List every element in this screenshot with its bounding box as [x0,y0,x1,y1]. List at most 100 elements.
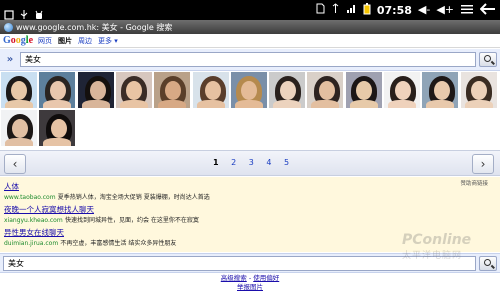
ad-url[interactable]: www.taobao.com [4,194,56,201]
image-results-grid [0,72,500,148]
image-thumbnail[interactable] [460,72,497,108]
tab-web[interactable]: 网页 [38,36,52,46]
page-5[interactable]: 5 [284,158,289,167]
preferences-link[interactable]: 使用偏好 [253,274,279,282]
advanced-search-link[interactable]: 高级搜索 [221,274,247,282]
square-icon [4,5,14,20]
caret-down-icon: ▾ [114,36,118,45]
prev-page-button[interactable]: ‹ [4,154,26,174]
image-thumbnail[interactable] [345,72,382,108]
image-thumbnail[interactable] [154,72,191,108]
search-button[interactable] [479,52,497,67]
thumbnail-face [12,119,28,138]
report-images-link[interactable]: 举报图片 [237,283,263,291]
thumbnail-shoulders [5,138,33,146]
sd-card-icon [316,3,325,17]
thumbnail-shoulders [119,100,148,108]
image-thumbnail[interactable] [269,72,306,108]
image-thumbnail[interactable] [230,72,267,108]
image-thumbnail[interactable] [307,72,344,108]
ad-title[interactable]: 异性男女在线聊天 [4,227,176,238]
page-2[interactable]: 2 [231,158,236,167]
ad-item: 人体 www.taobao.com 夏季热销人体，淘宝全场大促销 夏装爆棚，时尚… [4,181,210,201]
page-3[interactable]: 3 [249,158,254,167]
thumbnail-shoulders [234,100,263,108]
tab-nearby[interactable]: 周边 [78,36,92,46]
usb-icon [19,5,29,19]
thumbnail-face [355,81,372,100]
ad-description: 不再空虚，丰富感情生活 结实众多异性朋友 [60,240,177,247]
watermark-logo: PConline 太平洋电脑网 [402,232,492,276]
page-4[interactable]: 4 [266,158,271,167]
ad-url[interactable]: duimian.jirua.com [4,240,58,247]
ad-item: 夜晚一个人寂寞想找人聊天 xiangyu.kheao.com 快速找到同城异性，… [4,204,199,224]
image-thumbnail[interactable] [192,72,229,108]
tab-more[interactable]: 更多 ▾ [98,36,118,46]
google-nav-bar: Google 网页 图片 周边 更多 ▾ [0,34,500,48]
status-bar: 07:58 ◀- ◀+ [0,0,500,20]
volume-down-button[interactable]: ◀- [418,0,430,20]
thumbnail-face [11,81,27,100]
thumbnail-shoulders [426,100,455,108]
volume-up-button[interactable]: ◀+ [436,0,454,20]
back-arrow-icon[interactable] [479,2,496,18]
image-thumbnail[interactable] [1,72,37,108]
browser-title-bar: www.google.com.hk: 美女 - Google 搜索 [0,20,500,34]
tab-more-label: 更多 [98,36,113,45]
thumbnail-face [280,81,297,100]
thumbnail-shoulders [43,138,72,146]
thumbnail-shoulders [464,100,493,108]
menu-icon[interactable] [460,4,474,17]
android-debug-icon [34,5,44,19]
pagination-bar: ‹ 1 2 3 4 5 › [0,150,500,176]
ad-description: 夏季热销人体，淘宝全场大促销 夏装爆棚，时尚达人首选 [57,194,210,201]
image-thumbnail[interactable] [384,72,420,108]
thumbnail-face [395,81,411,100]
thumbnail-shoulders [5,100,33,108]
thumbnail-shoulders [158,100,187,108]
image-thumbnail[interactable] [77,72,114,108]
ad-url[interactable]: xiangyu.kheao.com [4,217,63,224]
thumbnail-shoulders [349,100,378,108]
thumbnail-face [240,81,257,100]
thumbnail-shoulders [273,100,302,108]
thumbnail-shoulders [43,100,72,108]
battery-icon [363,2,371,18]
page-1[interactable]: 1 [213,158,219,167]
ad-title[interactable]: 人体 [4,181,210,192]
search-icon [484,55,491,62]
thumbnail-face [470,81,487,100]
thumbnail-face [204,81,221,100]
thumbnail-shoulders [81,100,110,108]
watermark-tagline: 太平洋电脑网 [402,251,463,261]
google-logo[interactable]: Google [3,35,33,46]
sync-icon [331,3,340,17]
signal-icon [346,3,357,17]
next-page-button[interactable]: › [472,154,494,174]
search-bar: » 美女 [0,49,500,71]
image-thumbnail[interactable] [422,72,459,108]
collapse-icon[interactable]: » [3,54,17,65]
watermark-brand: PConline [402,232,472,248]
thumbnail-shoulders [388,100,416,108]
image-thumbnail[interactable] [39,72,76,108]
thumbnail-shoulders [311,100,340,108]
thumbnail-face [125,81,142,100]
image-thumbnail[interactable] [39,110,76,146]
thumbnail-face [89,81,106,100]
clock: 07:58 [376,3,412,17]
thumbnail-shoulders [196,100,225,108]
sponsored-label: 赞助商链接 [460,181,488,187]
ad-item: 异性男女在线聊天 duimian.jirua.com 不再空虚，丰富感情生活 结… [4,227,176,247]
ad-description: 快速找到同城异性，见面，约会 在这里你不在寂寞 [64,217,199,224]
footer-links: 高级搜索 - 使用偏好 举报图片 [0,274,500,292]
page-numbers: 1 2 3 4 5 [213,158,299,167]
ad-title[interactable]: 夜晚一个人寂寞想找人聊天 [4,204,199,215]
globe-icon [4,22,13,32]
page-title: www.google.com.hk: 美女 - Google 搜索 [16,22,173,32]
search-input[interactable]: 美女 [20,52,476,67]
image-thumbnail[interactable] [1,110,37,146]
image-thumbnail[interactable] [115,72,152,108]
tab-images[interactable]: 图片 [58,36,72,46]
screen: 07:58 ◀- ◀+ www.google.com.hk: 美女 - Goog… [0,0,500,293]
